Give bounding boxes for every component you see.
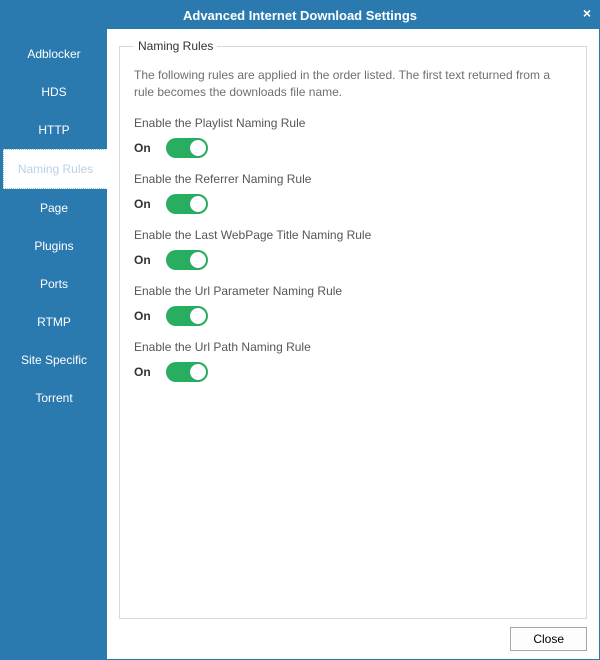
- sidebar-item-torrent[interactable]: Torrent: [1, 379, 107, 417]
- rule-label: Enable the Url Path Naming Rule: [134, 340, 572, 354]
- sidebar-item-http[interactable]: HTTP: [1, 111, 107, 149]
- toggle-state-label: On: [134, 141, 156, 155]
- rule-toggle-row: On: [134, 194, 572, 214]
- sidebar-item-label: Page: [40, 201, 68, 215]
- rule-webpage-title: Enable the Last WebPage Title Naming Rul…: [134, 228, 572, 270]
- sidebar-item-label: HDS: [41, 85, 66, 99]
- toggle-knob-icon: [190, 140, 206, 156]
- sidebar-item-label: RTMP: [37, 315, 71, 329]
- rule-label: Enable the Referrer Naming Rule: [134, 172, 572, 186]
- rule-label: Enable the Url Parameter Naming Rule: [134, 284, 572, 298]
- sidebar-item-label: HTTP: [38, 123, 69, 137]
- toggle-state-label: On: [134, 197, 156, 211]
- sidebar-item-label: Naming Rules: [18, 162, 93, 176]
- sidebar: Adblocker HDS HTTP Naming Rules Page Plu…: [1, 29, 107, 659]
- toggle-url-parameter[interactable]: [166, 306, 208, 326]
- toggle-state-label: On: [134, 365, 156, 379]
- rule-toggle-row: On: [134, 306, 572, 326]
- sidebar-item-plugins[interactable]: Plugins: [1, 227, 107, 265]
- settings-window: Advanced Internet Download Settings × Ad…: [0, 0, 600, 660]
- close-button[interactable]: Close: [510, 627, 587, 651]
- group-description: The following rules are applied in the o…: [134, 67, 572, 102]
- rule-url-path: Enable the Url Path Naming Rule On: [134, 340, 572, 382]
- footer: Close: [119, 619, 587, 651]
- naming-rules-group: Naming Rules The following rules are app…: [119, 39, 587, 619]
- rule-playlist: Enable the Playlist Naming Rule On: [134, 116, 572, 158]
- content-panel: Naming Rules The following rules are app…: [107, 29, 599, 659]
- sidebar-item-adblocker[interactable]: Adblocker: [1, 35, 107, 73]
- titlebar: Advanced Internet Download Settings ×: [1, 1, 599, 29]
- toggle-knob-icon: [190, 364, 206, 380]
- window-body: Adblocker HDS HTTP Naming Rules Page Plu…: [1, 29, 599, 659]
- rule-url-parameter: Enable the Url Parameter Naming Rule On: [134, 284, 572, 326]
- toggle-state-label: On: [134, 253, 156, 267]
- sidebar-item-site-specific[interactable]: Site Specific: [1, 341, 107, 379]
- toggle-url-path[interactable]: [166, 362, 208, 382]
- window-title: Advanced Internet Download Settings: [183, 8, 417, 23]
- sidebar-item-label: Plugins: [34, 239, 73, 253]
- toggle-webtitle[interactable]: [166, 250, 208, 270]
- sidebar-item-rtmp[interactable]: RTMP: [1, 303, 107, 341]
- toggle-knob-icon: [190, 196, 206, 212]
- toggle-knob-icon: [190, 252, 206, 268]
- toggle-referrer[interactable]: [166, 194, 208, 214]
- sidebar-item-hds[interactable]: HDS: [1, 73, 107, 111]
- sidebar-item-page[interactable]: Page: [1, 189, 107, 227]
- toggle-knob-icon: [190, 308, 206, 324]
- toggle-playlist[interactable]: [166, 138, 208, 158]
- sidebar-item-label: Adblocker: [27, 47, 80, 61]
- rule-label: Enable the Last WebPage Title Naming Rul…: [134, 228, 572, 242]
- sidebar-item-label: Site Specific: [21, 353, 87, 367]
- sidebar-item-naming-rules[interactable]: Naming Rules: [3, 149, 108, 189]
- rule-toggle-row: On: [134, 250, 572, 270]
- rule-referrer: Enable the Referrer Naming Rule On: [134, 172, 572, 214]
- rule-label: Enable the Playlist Naming Rule: [134, 116, 572, 130]
- toggle-state-label: On: [134, 309, 156, 323]
- rule-toggle-row: On: [134, 138, 572, 158]
- close-icon[interactable]: ×: [583, 5, 591, 21]
- sidebar-item-ports[interactable]: Ports: [1, 265, 107, 303]
- sidebar-item-label: Ports: [40, 277, 68, 291]
- sidebar-item-label: Torrent: [35, 391, 72, 405]
- rule-toggle-row: On: [134, 362, 572, 382]
- group-legend: Naming Rules: [134, 39, 217, 53]
